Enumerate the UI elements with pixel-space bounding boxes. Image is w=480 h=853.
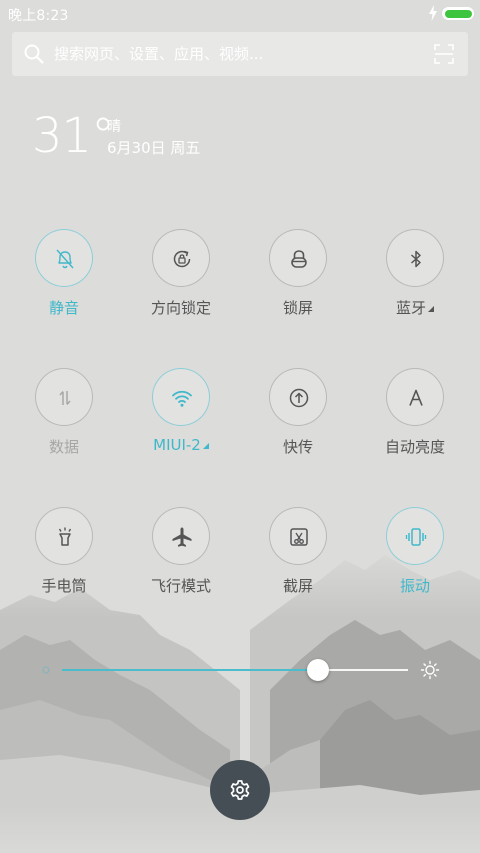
toggle-wifi-label: MIUI-2: [131, 436, 231, 454]
brightness-high-icon: [420, 660, 440, 680]
brightness-slider[interactable]: [0, 650, 480, 690]
toggle-lock-screen-circle[interactable]: [269, 229, 327, 287]
toggle-bluetooth-label: 蓝牙: [365, 297, 465, 318]
bluetooth-icon: [411, 250, 421, 268]
toggle-rotation-lock[interactable]: 方向锁定: [131, 229, 231, 329]
toggle-wifi-circle[interactable]: [152, 368, 210, 426]
toggle-mobile-data-circle[interactable]: [35, 368, 93, 426]
data-arrows-icon: [59, 391, 71, 405]
toggle-mute[interactable]: 静音: [14, 229, 114, 329]
flashlight-icon: [58, 527, 72, 546]
toggle-airplane-mode-circle[interactable]: [152, 507, 210, 565]
screenshot-icon: [290, 528, 308, 546]
brightness-low-icon: [42, 666, 50, 674]
toggle-auto-brightness-circle[interactable]: [386, 368, 444, 426]
wifi-icon: [172, 390, 192, 407]
toggle-quick-share-label: 快传: [282, 438, 313, 456]
toggle-lock-screen[interactable]: 锁屏: [248, 229, 348, 329]
more-options-indicator: [202, 443, 209, 449]
more-options-indicator: [428, 306, 434, 312]
gear-icon: [230, 780, 250, 800]
toggle-airplane-mode-label: 飞行模式: [150, 577, 211, 595]
brightness-fill: [62, 669, 319, 671]
toggle-flashlight[interactable]: 手电筒: [14, 507, 114, 607]
toggle-mute-label: 静音: [48, 299, 79, 317]
toggle-bluetooth-circle[interactable]: [386, 229, 444, 287]
toggle-flashlight-circle[interactable]: [35, 507, 93, 565]
toggle-quick-share[interactable]: 快传: [248, 368, 348, 468]
toggle-vibrate[interactable]: 振动: [365, 507, 465, 607]
upload-icon: [289, 388, 309, 408]
rotation-lock-icon: [173, 250, 191, 268]
vibrate-icon: [405, 528, 427, 546]
settings-button[interactable]: [210, 760, 270, 820]
airplane-icon: [172, 527, 192, 547]
quick-toggles-grid: 静音 方向锁定 锁屏 蓝牙 数据 MIUI-2 快传 自动亮度 手电筒 飞行模式…: [0, 0, 480, 853]
bell-off-icon: [56, 249, 74, 269]
brightness-thumb[interactable]: [307, 659, 330, 681]
toggle-lock-screen-label: 锁屏: [282, 299, 313, 317]
toggle-vibrate-circle[interactable]: [386, 507, 444, 565]
toggle-mobile-data-label: 数据: [48, 438, 79, 456]
toggle-auto-brightness-label: 自动亮度: [384, 438, 445, 456]
toggle-auto-brightness[interactable]: 自动亮度: [365, 368, 465, 468]
toggle-quick-share-circle[interactable]: [269, 368, 327, 426]
toggle-rotation-lock-circle[interactable]: [152, 229, 210, 287]
toggle-wifi[interactable]: MIUI-2: [131, 368, 231, 468]
toggle-bluetooth[interactable]: 蓝牙: [365, 229, 465, 329]
toggle-rotation-lock-label: 方向锁定: [150, 299, 211, 317]
toggle-screenshot[interactable]: 截屏: [248, 507, 348, 607]
toggle-vibrate-label: 振动: [399, 577, 430, 595]
toggle-screenshot-circle[interactable]: [269, 507, 327, 565]
lock-icon: [291, 250, 307, 268]
brightness-track[interactable]: [62, 659, 408, 681]
auto-brightness-icon: [409, 389, 423, 406]
toggle-mobile-data[interactable]: 数据: [14, 368, 114, 468]
toggle-screenshot-label: 截屏: [282, 577, 313, 595]
toggle-mute-circle[interactable]: [35, 229, 93, 287]
toggle-flashlight-label: 手电筒: [41, 577, 87, 595]
toggle-airplane-mode[interactable]: 飞行模式: [131, 507, 231, 607]
